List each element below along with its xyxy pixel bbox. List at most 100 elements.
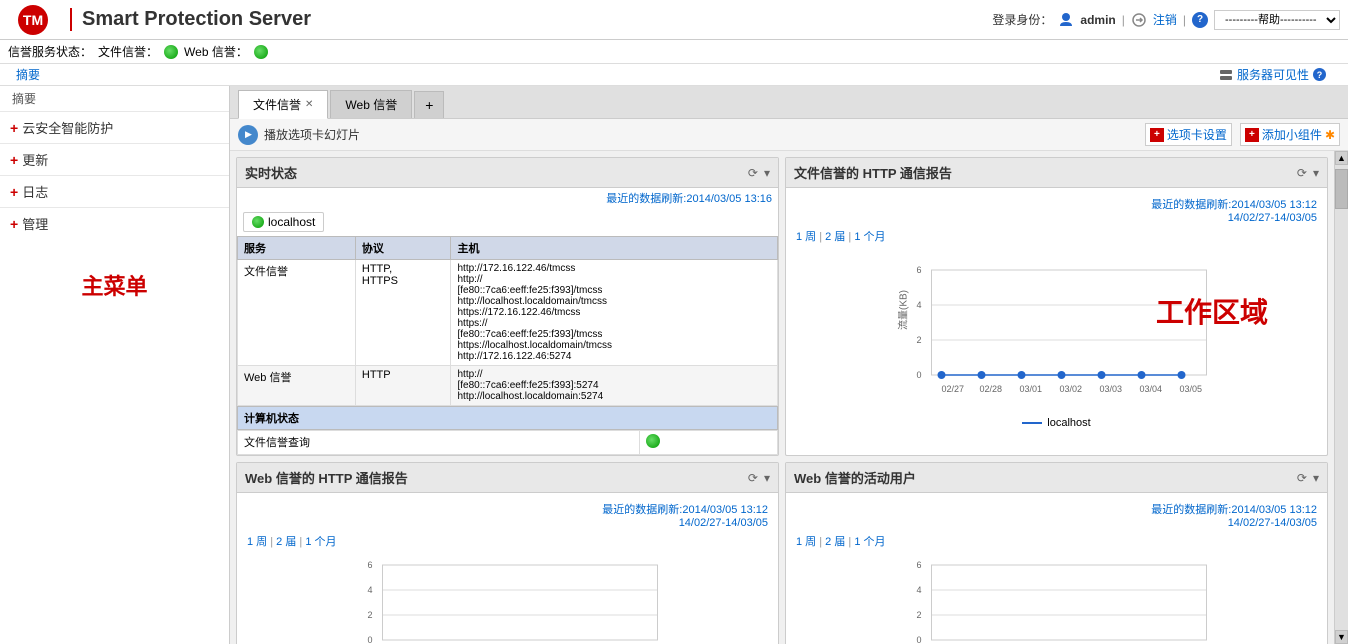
slideshow-play-button[interactable] [238,125,258,145]
col-service: 服务 [238,237,356,260]
file-http-widget-controls: ⟳ ▾ [1297,166,1319,180]
web-active-period-links: 1 周 | 2 届 | 1 个月 [792,531,1321,551]
svg-text:6: 6 [916,265,921,275]
service-visibility-link[interactable]: 服务器可见性 ? [1219,66,1326,83]
svg-text:03/02: 03/02 [1060,384,1083,394]
file-http-ts-text: 最近的数据刷新:2014/03/05 13:12 [1151,199,1317,211]
web-http-collapse-icon[interactable]: ▾ [764,471,770,485]
web-active-ts-text: 最近的数据刷新:2014/03/05 13:12 [1151,504,1317,516]
host-file: http://172.16.122.46/tmcss http:// [fe80… [451,260,778,366]
web-active-chart: 6 4 2 0 [792,551,1321,644]
svg-text:6: 6 [916,560,921,570]
sidebar-cloud-label: 云安全智能防护 [22,118,113,137]
realtime-status-widget: 实时状态 ⟳ ▾ 最近的数据刷新:2014/03/05 13:16 localh… [236,157,779,456]
sidebar-item-log[interactable]: + 日志 [0,175,229,207]
toolbar-right: + 选项卡设置 + 添加小组件 ✱ [1145,123,1340,146]
web-http-widget-controls: ⟳ ▾ [748,471,770,485]
web-active-widget-title: Web 信誉的活动用户 [794,468,916,487]
col-host: 主机 [451,237,778,260]
machine-state-header: 计算机状态 [237,406,778,430]
tab-file-close[interactable]: ✕ [305,99,313,110]
table-row: 文件信誉 HTTP,HTTPS http://172.16.122.46/tmc… [238,260,778,366]
realtime-timestamp: 最近的数据刷新:2014/03/05 13:16 [237,188,778,208]
tab-file-label: 文件信誉 [253,96,301,113]
tabs-bar: 文件信誉 ✕ Web 信誉 + [230,86,1348,119]
scroll-up-arrow[interactable]: ▲ [1335,151,1348,165]
expand-cloud-icon: + [10,120,18,136]
svg-text:4: 4 [367,585,372,595]
add-widget-label: 添加小组件 [1262,126,1322,143]
web-http-daterange: 14/02/27-14/03/05 [679,517,768,529]
web-period-1week[interactable]: 1 周 [247,536,267,548]
web-http-widget-header: Web 信誉的 HTTP 通信报告 ⟳ ▾ [237,463,778,493]
web-http-ts-text: 最近的数据刷新:2014/03/05 13:12 [602,504,768,516]
add-widget-icon: + [1245,128,1259,142]
machine-row-label: 文件信誉查询 [238,431,640,455]
logout-link[interactable]: 注销 [1153,11,1177,28]
file-http-refresh-icon[interactable]: ⟳ [1297,166,1307,180]
logo-area: TM Smart Protection Server [8,4,311,36]
web-http-widget-body: 最近的数据刷新:2014/03/05 13:12 14/02/27-14/03/… [237,493,778,644]
svg-text:2: 2 [916,610,921,620]
machine-row-status [640,431,778,455]
sidebar-item-cloud[interactable]: + 云安全智能防护 [0,111,229,143]
web-http-refresh-icon[interactable]: ⟳ [748,471,758,485]
app-title: Smart Protection Server [70,8,311,31]
active-period-1month[interactable]: 1 个月 [854,536,885,548]
status-bar: 信誉服务状态： 文件信誉： Web 信誉： [0,40,1348,64]
help-dropdown[interactable]: ---------帮助---------- [1214,10,1340,30]
main-scrollbar: ▲ ▼ [1334,151,1348,644]
sidebar-annotation-label: 主菜单 [0,239,229,331]
period-2weeks[interactable]: 2 届 [825,231,845,243]
realtime-collapse-icon[interactable]: ▾ [764,166,770,180]
realtime-refresh-icon[interactable]: ⟳ [748,166,758,180]
file-http-collapse-icon[interactable]: ▾ [1313,166,1319,180]
web-reputation-label: Web 信誉： [184,43,248,60]
svg-text:03/03: 03/03 [1100,384,1123,394]
period-1week[interactable]: 1 周 [796,231,816,243]
sidebar-summary[interactable]: 摘要 [0,86,229,111]
svg-text:0: 0 [916,370,921,380]
web-active-widget-controls: ⟳ ▾ [1297,471,1319,485]
web-active-refresh-icon[interactable]: ⟳ [1297,471,1307,485]
localhost-label: localhost [268,215,315,229]
slideshow-label: 播放选项卡幻灯片 [264,126,360,143]
web-active-collapse-icon[interactable]: ▾ [1313,471,1319,485]
period-1month[interactable]: 1 个月 [854,231,885,243]
settings-button[interactable]: + 选项卡设置 [1145,123,1232,146]
sidebar-item-admin[interactable]: + 管理 [0,207,229,239]
web-period-2weeks[interactable]: 2 届 [276,536,296,548]
help-icon[interactable]: ? [1192,12,1208,28]
summary-link[interactable]: 摘要 [8,66,40,83]
tab-web-reputation[interactable]: Web 信誉 [330,90,412,118]
table-row: 文件信誉查询 [238,431,778,455]
web-period-1month[interactable]: 1 个月 [305,536,336,548]
active-period-1week[interactable]: 1 周 [796,536,816,548]
active-period-2weeks[interactable]: 2 届 [825,536,845,548]
add-widget-button[interactable]: + 添加小组件 ✱ [1240,123,1340,146]
widgets-area: 实时状态 ⟳ ▾ 最近的数据刷新:2014/03/05 13:16 localh… [230,151,1334,644]
svg-text:02/28: 02/28 [980,384,1003,394]
tab-add-button[interactable]: + [414,91,444,118]
tab-file-reputation[interactable]: 文件信誉 ✕ [238,90,328,119]
svg-text:2: 2 [367,610,372,620]
expand-admin-icon: + [10,216,18,232]
svg-text:2: 2 [916,335,921,345]
legend-localhost: localhost [1022,417,1090,429]
sidebar-update-label: 更新 [22,150,48,169]
sidebar-item-update[interactable]: + 更新 [0,143,229,175]
status-label: 信誉服务状态： [8,43,92,60]
file-http-timestamp: 最近的数据刷新:2014/03/05 13:12 14/02/27-14/03/… [792,194,1321,226]
web-active-users-widget: Web 信誉的活动用户 ⟳ ▾ 最近的数据刷新:2014/03/05 13:12… [785,462,1328,644]
web-active-daterange: 14/02/27-14/03/05 [1228,517,1317,529]
svg-text:03/05: 03/05 [1180,384,1203,394]
service-visibility-help[interactable]: ? [1313,68,1326,81]
file-http-widget-title: 文件信誉的 HTTP 通信报告 [794,163,952,182]
col-protocol: 协议 [355,237,451,260]
scroll-down-arrow[interactable]: ▼ [1335,630,1348,644]
user-icon [1058,12,1074,28]
scroll-thumb[interactable] [1335,169,1348,209]
web-active-chart-svg: 6 4 2 0 [800,555,1313,644]
service-visibility-label: 服务器可见性 [1237,66,1309,83]
svg-text:03/01: 03/01 [1020,384,1043,394]
